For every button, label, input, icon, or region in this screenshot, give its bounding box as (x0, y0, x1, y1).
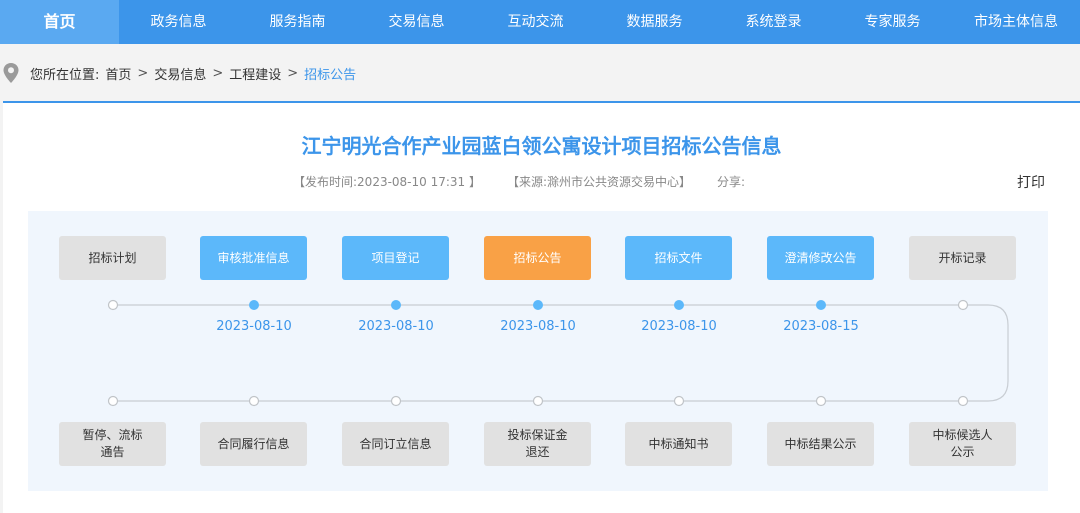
step-date: 2023-08-10 (216, 319, 292, 334)
top-nav: 首页 政务信息 服务指南 交易信息 互动交流 数据服务 系统登录 专家服务 市场… (0, 0, 1080, 44)
nav-interaction[interactable]: 互动交流 (476, 0, 595, 44)
flow-dot (533, 300, 543, 310)
location-pin-icon (3, 63, 19, 83)
nav-expert-service[interactable]: 专家服务 (833, 0, 952, 44)
flow-dot (532, 395, 544, 407)
step-date: 2023-08-15 (783, 319, 859, 334)
nav-system-login[interactable]: 系统登录 (714, 0, 833, 44)
step-candidate-notice[interactable]: 中标候选人公示 (909, 422, 1016, 466)
flow-dot (957, 299, 969, 311)
step-clarification-notice[interactable]: 澄清修改公告 (767, 236, 874, 280)
step-award-notice[interactable]: 中标通知书 (625, 422, 732, 466)
step-bid-announcement[interactable]: 招标公告 (484, 236, 591, 280)
step-bid-opening-record[interactable]: 开标记录 (909, 236, 1016, 280)
step-award-result[interactable]: 中标结果公示 (767, 422, 874, 466)
step-date: 2023-08-10 (641, 319, 717, 334)
flow-dot (107, 299, 119, 311)
nav-data-service[interactable]: 数据服务 (595, 0, 714, 44)
breadcrumb-prefix: 您所在位置: (30, 67, 100, 83)
flow-dot (815, 395, 827, 407)
step-bid-documents[interactable]: 招标文件 (625, 236, 732, 280)
nav-trade-info[interactable]: 交易信息 (357, 0, 476, 44)
flow-dot (674, 300, 684, 310)
flow-dot (673, 395, 685, 407)
breadcrumb-engineering[interactable]: 工程建设 (229, 64, 281, 83)
flow-dot (107, 395, 119, 407)
flow-dot (248, 395, 260, 407)
share-label[interactable]: 分享: (717, 173, 745, 190)
content-panel: 江宁明光合作产业园蓝白领公寓设计项目招标公告信息 【发布时间:2023-08-1… (3, 101, 1080, 513)
breadcrumb-separator: > (137, 65, 149, 81)
step-bid-plan[interactable]: 招标计划 (59, 236, 166, 280)
breadcrumb-separator: > (287, 65, 299, 81)
step-date: 2023-08-10 (358, 319, 434, 334)
step-deposit-refund[interactable]: 投标保证金退还 (484, 422, 591, 466)
breadcrumb-separator: > (212, 65, 224, 81)
breadcrumb-current[interactable]: 招标公告 (304, 64, 356, 83)
breadcrumb-home[interactable]: 首页 (105, 64, 131, 83)
breadcrumb-trade-info[interactable]: 交易信息 (154, 64, 206, 83)
source: 【来源:滁州市公共资源交易中心】 (507, 175, 692, 189)
breadcrumb: 您所在位置: 首页 > 交易信息 > 工程建设 > 招标公告 (0, 58, 1080, 88)
print-button[interactable]: 打印 (1017, 172, 1045, 192)
process-flow: 招标计划 审核批准信息 项目登记 招标公告 招标文件 澄清修改公告 开标记录 2… (28, 211, 1048, 491)
flow-dot (249, 300, 259, 310)
flow-dot (390, 395, 402, 407)
step-suspension-notice[interactable]: 暂停、流标通告 (59, 422, 166, 466)
step-contract-performance[interactable]: 合同履行信息 (200, 422, 307, 466)
step-date: 2023-08-10 (500, 319, 576, 334)
step-contract-signing[interactable]: 合同订立信息 (342, 422, 449, 466)
flow-dot (391, 300, 401, 310)
article-meta: 【发布时间:2023-08-10 17:31 】 【来源:滁州市公共资源交易中心… (293, 173, 771, 190)
page-title: 江宁明光合作产业园蓝白领公寓设计项目招标公告信息 (301, 134, 782, 158)
nav-government-info[interactable]: 政务信息 (119, 0, 238, 44)
publish-time: 【发布时间:2023-08-10 17:31 】 (293, 175, 481, 189)
nav-service-guide[interactable]: 服务指南 (238, 0, 357, 44)
nav-market-entity[interactable]: 市场主体信息 (952, 0, 1080, 44)
step-project-registration[interactable]: 项目登记 (342, 236, 449, 280)
step-approval-info[interactable]: 审核批准信息 (200, 236, 307, 280)
flow-dot (816, 300, 826, 310)
flow-dot (957, 395, 969, 407)
nav-home[interactable]: 首页 (0, 0, 119, 44)
